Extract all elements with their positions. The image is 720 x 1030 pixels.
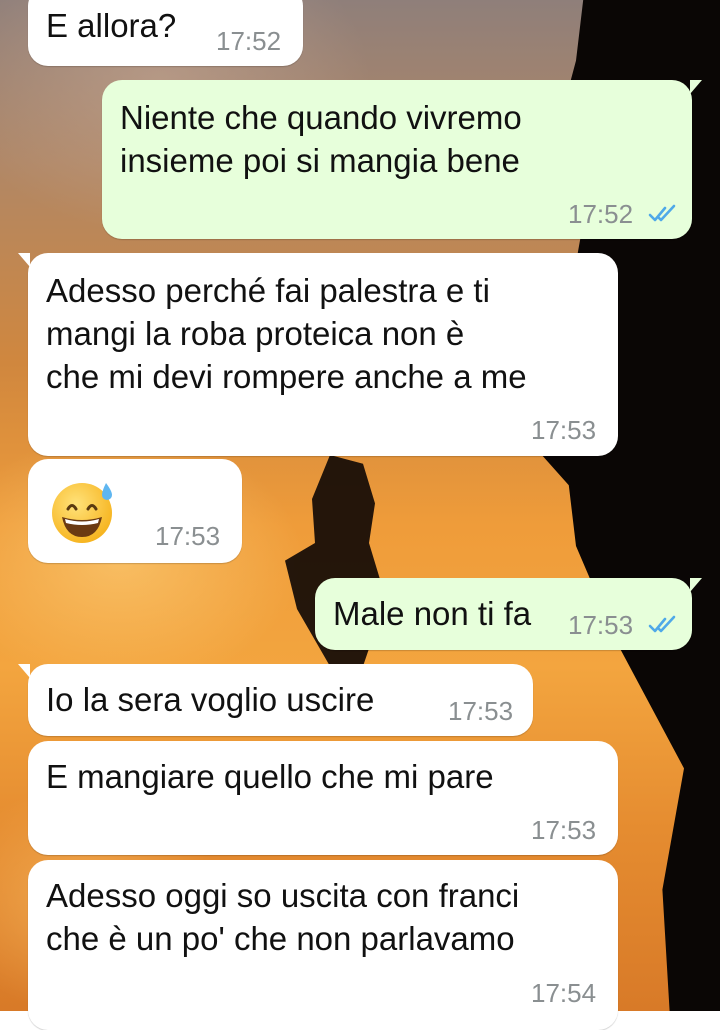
message-bubble-incoming[interactable]: 17:53 [28,459,242,563]
message-time: 17:54 [531,978,597,1008]
message-time: 17:53 [155,521,221,551]
message-text: Male non ti fa [333,595,532,632]
message-time: 17:52 [568,199,634,229]
message-text: Niente che quando vivremo insieme poi si… [120,99,522,179]
message-bubble-incoming[interactable]: Io la sera voglio uscire 17:53 [18,664,533,736]
message-time: 17:52 [216,26,282,56]
message-bubble-outgoing[interactable]: Niente che quando vivremo insieme poi si… [102,80,702,239]
message-text: Adesso perché fai palestra e ti mangi la… [46,272,527,395]
message-text: Adesso oggi so uscita con franci che è u… [46,877,520,957]
message-text: Io la sera voglio uscire [46,681,375,718]
double-check-read-icon [648,615,676,633]
message-text: E mangiare quello che mi pare [46,758,494,795]
message-bubble-incoming[interactable]: Adesso perché fai palestra e ti mangi la… [18,253,618,456]
message-bubble-incoming[interactable]: Adesso oggi so uscita con franci che è u… [28,860,618,1030]
grinning-face-with-sweat-emoji [52,483,112,543]
message-time: 17:53 [568,610,634,640]
message-list[interactable]: E allora? 17:52 Niente che quando vivrem… [0,0,720,1030]
double-check-read-icon [648,204,676,222]
message-time: 17:53 [448,696,514,726]
message-time: 17:53 [531,415,597,445]
message-bubble-incoming[interactable]: E mangiare quello che mi pare 17:53 [28,741,618,855]
message-text: E allora? [46,7,177,44]
message-bubble-incoming[interactable]: E allora? 17:52 [28,0,303,66]
message-bubble-outgoing[interactable]: Male non ti fa 17:53 [315,578,702,650]
message-time: 17:53 [531,815,597,845]
